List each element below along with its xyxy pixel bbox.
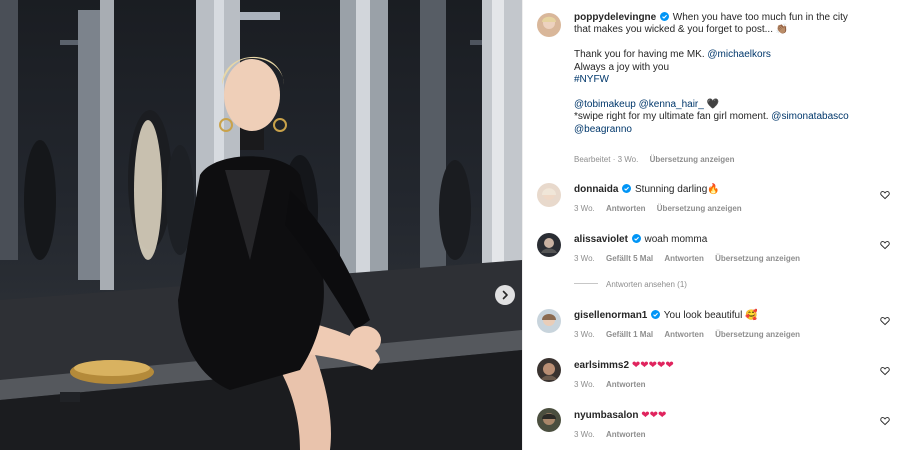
comment-username[interactable]: alissaviolet — [574, 234, 628, 245]
comment-emoji: ❤❤❤❤❤ — [631, 360, 674, 371]
caption-meta: Bearbeitet · 3 Wo. Übersetzung anzeigen — [574, 155, 743, 164]
heart-outline-icon[interactable] — [880, 240, 890, 250]
comment-username[interactable]: donnaida — [574, 184, 618, 195]
reply-link[interactable]: Antworten — [664, 330, 704, 339]
author-avatar[interactable] — [537, 13, 561, 37]
comment-avatar[interactable] — [537, 233, 561, 257]
caption-line-3: Thank you for having me MK. — [574, 49, 705, 61]
view-replies-label: Antworten ansehen (1) — [606, 280, 687, 289]
replies-divider — [574, 283, 598, 284]
carousel-next-button[interactable] — [495, 285, 515, 305]
caption-line-8: *swipe right for my ultimate fan girl mo… — [574, 111, 769, 123]
hashtag-nyfw[interactable]: #NYFW — [574, 74, 892, 86]
comment-likes[interactable]: Gefällt 1 Mal — [606, 330, 653, 339]
mentions-makeup-hair[interactable]: @tobimakeup @kenna_hair_ — [574, 99, 704, 110]
caption-edited-time: Bearbeitet · 3 Wo. — [574, 155, 639, 164]
mention-beagranno[interactable]: @beagranno — [574, 124, 892, 136]
view-replies-button[interactable]: Antworten ansehen (1) — [574, 280, 687, 289]
comment-text: Stunning darling — [635, 184, 708, 195]
caption-line-2: that makes you wicked & you forget to po… — [574, 24, 773, 36]
heart-outline-icon[interactable] — [880, 366, 890, 376]
translate-link[interactable]: Übersetzung anzeigen — [715, 330, 800, 339]
verified-badge-icon — [631, 234, 641, 243]
comment-body: nyumbasalon ❤❤❤ — [574, 410, 666, 423]
reply-link[interactable]: Antworten — [606, 380, 646, 389]
translate-link[interactable]: Übersetzung anzeigen — [657, 204, 742, 213]
comment-text: woah momma — [644, 234, 708, 245]
comment-meta: 3 Wo. Gefällt 5 Mal Antworten Übersetzun… — [574, 254, 809, 263]
comment-username[interactable]: gisellenorman1 — [574, 310, 647, 321]
translate-link[interactable]: Übersetzung anzeigen — [715, 254, 800, 263]
comment-avatar[interactable] — [537, 358, 561, 382]
comment-meta: 3 Wo. Antworten Übersetzung anzeigen — [574, 204, 751, 213]
mention-simonatabasco[interactable]: @simonatabasco — [771, 111, 848, 122]
comments-panel: poppydelevingne When you have too much f… — [522, 0, 900, 450]
photo-illustration — [0, 0, 522, 450]
caption-line-5: Always a joy with you — [574, 61, 670, 73]
comment-time: 3 Wo. — [574, 330, 595, 339]
post-photo[interactable] — [0, 0, 522, 450]
comment-meta: 3 Wo. Antworten — [574, 380, 655, 389]
comment-emoji: 🥰 — [745, 310, 758, 321]
verified-badge-icon — [660, 12, 670, 21]
heart-outline-icon[interactable] — [880, 190, 890, 200]
comment-time: 3 Wo. — [574, 380, 595, 389]
comment-emoji: ❤❤❤ — [641, 410, 667, 421]
comment-emoji: 🔥 — [707, 184, 720, 195]
reply-link[interactable]: Antworten — [664, 254, 704, 263]
author-username[interactable]: poppydelevingne — [574, 12, 656, 23]
comment-likes[interactable]: Gefällt 5 Mal — [606, 254, 653, 263]
comment-time: 3 Wo. — [574, 254, 595, 263]
caption-translate-link[interactable]: Übersetzung anzeigen — [650, 155, 735, 164]
comment-body: donnaida Stunning darling🔥 — [574, 184, 720, 197]
chevron-right-icon — [502, 290, 508, 300]
comment-avatar[interactable] — [537, 309, 561, 333]
comment-time: 3 Wo. — [574, 204, 595, 213]
reply-link[interactable]: Antworten — [606, 430, 646, 439]
comment-body: gisellenorman1 You look beautiful 🥰 — [574, 310, 758, 323]
comment-username[interactable]: nyumbasalon — [574, 410, 638, 421]
comment-meta: 3 Wo. Gefällt 1 Mal Antworten Übersetzun… — [574, 330, 809, 339]
post-caption: poppydelevingne When you have too much f… — [574, 12, 892, 136]
comment-meta: 3 Wo. Antworten — [574, 430, 655, 439]
comment-text: You look beautiful — [663, 310, 743, 321]
verified-badge-icon — [651, 310, 661, 319]
caption-line-1: When you have too much fun in the city — [672, 12, 848, 23]
heart-outline-icon[interactable] — [880, 316, 890, 326]
black-heart-emoji: 🖤 — [706, 98, 720, 110]
comment-time: 3 Wo. — [574, 430, 595, 439]
comment-avatar[interactable] — [537, 408, 561, 432]
caption-emoji: 👏🏽 — [775, 24, 789, 36]
heart-outline-icon[interactable] — [880, 416, 890, 426]
comment-avatar[interactable] — [537, 183, 561, 207]
verified-badge-icon — [622, 184, 632, 193]
comment-body: alissaviolet woah momma — [574, 234, 707, 247]
comment-body: earlsimms2 ❤❤❤❤❤ — [574, 360, 674, 373]
comment-username[interactable]: earlsimms2 — [574, 360, 629, 371]
reply-link[interactable]: Antworten — [606, 204, 646, 213]
mention-michaelkors[interactable]: @michaelkors — [707, 49, 771, 60]
